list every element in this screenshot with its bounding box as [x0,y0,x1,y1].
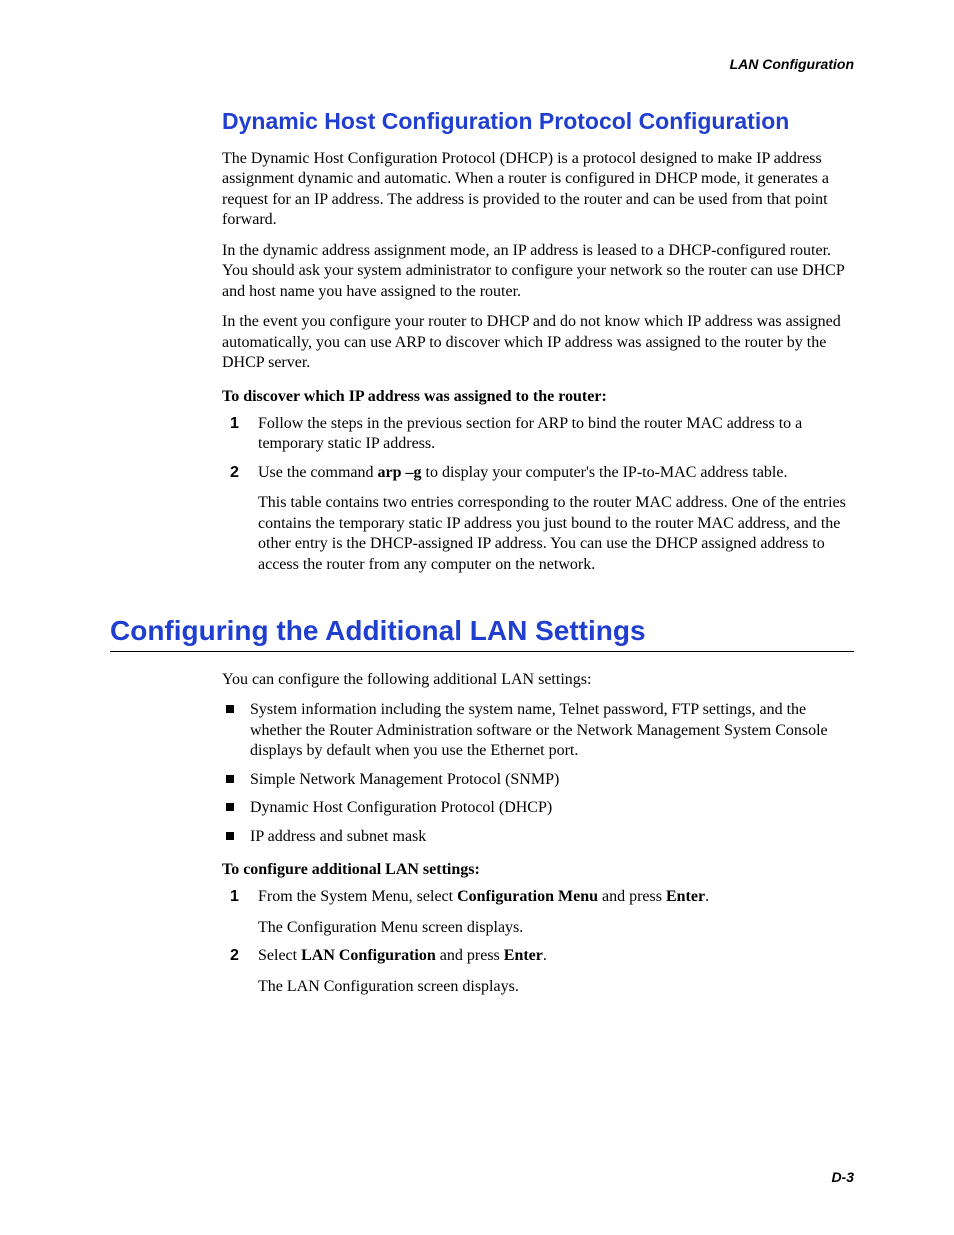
list-item: Simple Network Management Protocol (SNMP… [222,770,854,790]
step-text-mid: and press [598,888,666,905]
page: LAN Configuration Dynamic Host Configura… [0,0,954,1045]
list-item: IP address and subnet mask [222,827,854,847]
procedure-steps: From the System Menu, select Configurati… [222,887,854,997]
step-2: Use the command arp –g to display your c… [222,463,854,575]
step-text-pre: From the System Menu, select [258,888,457,905]
page-number: D-3 [831,1169,854,1185]
step-text-mid: and press [436,947,504,964]
menu-configuration-menu: Configuration Menu [457,888,598,905]
list-item: System information including the system … [222,700,854,761]
list-item: Dynamic Host Configuration Protocol (DHC… [222,798,854,818]
step-text: Follow the steps in the previous section… [258,415,802,452]
step-text-pre: Use the command [258,464,378,481]
heading-configuring-lan: Configuring the Additional LAN Settings [110,615,854,652]
step-text-post: to display your computer's the IP-to-MAC… [422,464,788,481]
step-text-pre: Select [258,947,301,964]
paragraph: In the dynamic address assignment mode, … [222,241,854,302]
running-header: LAN Configuration [110,56,854,72]
procedure-lead: To discover which IP address was assigne… [222,388,854,406]
paragraph: The Dynamic Host Configuration Protocol … [222,149,854,231]
major-section-wrap: Configuring the Additional LAN Settings [110,615,854,652]
procedure-lead: To configure additional LAN settings: [222,861,854,879]
step-1: Follow the steps in the previous section… [222,414,854,455]
menu-lan-configuration: LAN Configuration [301,947,436,964]
paragraph: In the event you configure your router t… [222,312,854,373]
procedure-steps: Follow the steps in the previous section… [222,414,854,575]
step-subparagraph: The Configuration Menu screen displays. [258,918,854,938]
key-enter: Enter [504,947,543,964]
bullet-list: System information including the system … [222,700,854,847]
command-arp-g: arp –g [378,464,422,481]
content-column: You can configure the following addition… [222,670,854,997]
step-1: From the System Menu, select Configurati… [222,887,854,938]
paragraph: You can configure the following addition… [222,670,854,690]
step-text-post: . [705,888,709,905]
step-text-post: . [543,947,547,964]
step-2: Select LAN Configuration and press Enter… [222,946,854,997]
heading-dhcp-config: Dynamic Host Configuration Protocol Conf… [222,108,854,135]
step-subparagraph: The LAN Configuration screen displays. [258,977,854,997]
key-enter: Enter [666,888,705,905]
step-subparagraph: This table contains two entries correspo… [258,493,854,575]
content-column: Dynamic Host Configuration Protocol Conf… [222,108,854,575]
